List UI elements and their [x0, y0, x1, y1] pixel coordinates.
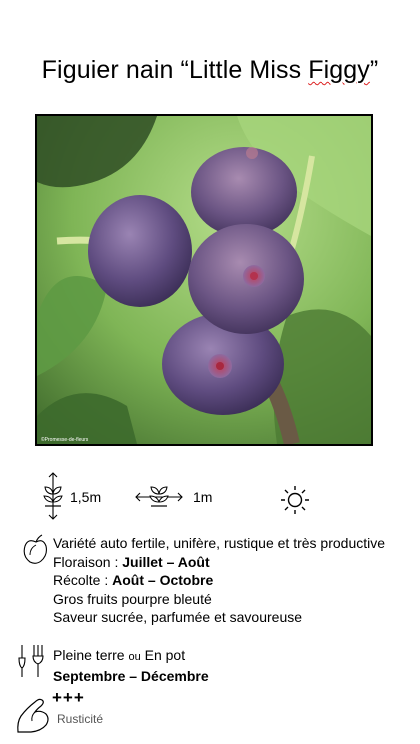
fruit-icon: [23, 534, 47, 564]
recolte-line: Récolte : Août – Octobre: [53, 571, 385, 590]
page-title: Figuier nain “Little Miss Figgy”: [0, 56, 420, 85]
title-main: Figuier nain “Little Miss: [41, 56, 309, 84]
recolte-label: Récolte :: [53, 572, 113, 588]
planting-option-pot: En pot: [140, 647, 186, 663]
planting-option-ground: Pleine terre: [53, 647, 129, 663]
arm-icon: [17, 698, 49, 733]
planting: Pleine terre ou En pot Septembre – Décem…: [53, 646, 209, 685]
sun-icon: [281, 486, 309, 514]
hardiness-label: Rusticité: [57, 712, 104, 726]
planting-options: Pleine terre ou En pot: [53, 646, 209, 667]
tools-icon: [18, 645, 44, 677]
photo-credit: ©Promesse-de-fleurs: [41, 437, 89, 443]
fig-illustration: [37, 116, 371, 444]
title-end: ”: [369, 56, 379, 84]
planting-period: Septembre – Décembre: [53, 667, 209, 684]
height-value: 1,5m: [70, 489, 102, 505]
specs-row: 1,5m 1m: [0, 470, 420, 524]
floraison-label: Floraison :: [53, 553, 123, 570]
fig-photo: ©Promesse-de-fleurs: [35, 114, 373, 446]
title-flagged-word: Figgy: [308, 56, 370, 84]
description-line: Saveur sucrée, parfumée et savoureuse: [53, 609, 303, 625]
planting-or: ou: [128, 651, 141, 663]
floraison-line: Floraison : Juillet – Août: [53, 553, 385, 572]
description-line: Gros fruits pourpre bleuté: [53, 590, 212, 607]
width-icon: [135, 486, 183, 507]
description-line: Variété auto fertile, unifère, rustique …: [53, 535, 386, 551]
description: Variété auto fertile, unifère, rustique …: [53, 534, 385, 627]
width-value: 1m: [193, 489, 213, 505]
hardiness-rating: +++: [52, 688, 85, 707]
height-icon: [43, 472, 63, 520]
floraison-value: Juillet – Août: [122, 553, 210, 570]
recolte-value: Août – Octobre: [112, 572, 214, 588]
